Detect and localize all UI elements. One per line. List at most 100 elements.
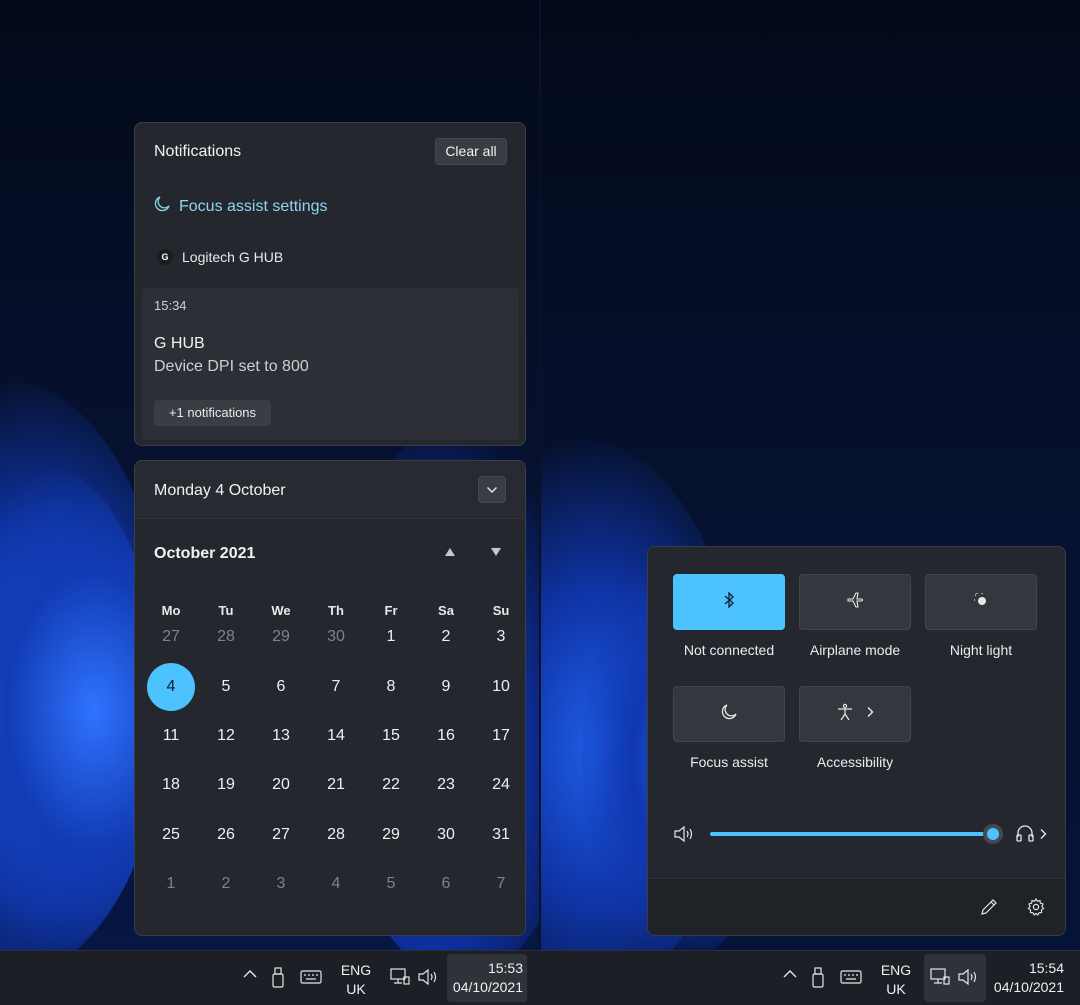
chevron-right-icon [1039, 827, 1047, 845]
bluetooth-tile[interactable] [673, 574, 785, 630]
calendar-day[interactable]: 14 [312, 712, 360, 760]
network-icon[interactable] [389, 967, 411, 987]
headphones-icon [1015, 823, 1035, 848]
speaker-icon[interactable] [673, 824, 695, 849]
night-light-tile[interactable] [925, 574, 1037, 630]
moon-icon [153, 195, 171, 218]
calendar-day[interactable]: 11 [147, 712, 195, 760]
calendar-current-date: Monday 4 October [154, 482, 286, 499]
accessibility-icon [836, 703, 854, 726]
calendar-day[interactable]: 22 [367, 761, 415, 809]
calendar-header: Monday 4 October [135, 461, 525, 519]
calendar-day[interactable]: 7 [312, 663, 360, 711]
night-light-icon [971, 590, 991, 615]
language-code: ENG [880, 962, 912, 978]
calendar-day[interactable]: 9 [422, 663, 470, 711]
calendar-day[interactable]: 20 [257, 761, 305, 809]
audio-output-button[interactable] [1015, 823, 1047, 848]
calendar-day[interactable]: 8 [367, 663, 415, 711]
volume-slider-thumb[interactable] [983, 824, 1003, 844]
toast-title: G HUB [154, 335, 205, 352]
calendar-day[interactable]: 5 [367, 860, 415, 908]
calendar-day[interactable]: 6 [257, 663, 305, 711]
chevron-right-icon [866, 705, 874, 723]
calendar-day[interactable]: 1 [367, 613, 415, 661]
focus-assist-tile-label: Focus assist [690, 754, 768, 770]
calendar-day[interactable]: 6 [422, 860, 470, 908]
calendar-day[interactable]: 29 [367, 811, 415, 859]
usb-drive-icon[interactable] [271, 967, 287, 989]
edit-pencil-icon[interactable] [979, 897, 999, 922]
calendar-day[interactable]: 15 [367, 712, 415, 760]
previous-month-button[interactable] [444, 547, 456, 560]
app-name: Logitech G HUB [182, 249, 284, 265]
calendar-day[interactable]: 7 [477, 860, 525, 908]
volume-slider-track[interactable] [710, 832, 994, 836]
focus-assist-tile[interactable] [673, 686, 785, 742]
calendar-day[interactable]: 10 [477, 663, 525, 711]
clear-all-button[interactable]: Clear all [435, 138, 507, 165]
calendar-day[interactable]: 28 [202, 613, 250, 661]
calendar-day[interactable]: 26 [202, 811, 250, 859]
airplane-mode-tile[interactable] [799, 574, 911, 630]
bluetooth-icon [722, 590, 736, 614]
calendar-day[interactable]: 1 [147, 860, 195, 908]
calendar-day[interactable]: 23 [422, 761, 470, 809]
calendar-day[interactable]: 27 [147, 613, 195, 661]
show-hidden-icons-chevron-icon[interactable] [242, 969, 258, 979]
calendar-day[interactable]: 21 [312, 761, 360, 809]
calendar-day[interactable]: 4 [312, 860, 360, 908]
notification-app-header: G Logitech G HUB [157, 249, 283, 265]
calendar-day-today[interactable]: 4 [147, 663, 195, 711]
network-icon[interactable] [929, 967, 951, 987]
notification-center: Notifications Clear all Focus assist set… [134, 122, 526, 446]
taskbar-clock[interactable]: 15:54 04/10/2021 [990, 959, 1064, 997]
calendar-day[interactable]: 2 [422, 613, 470, 661]
calendar-day[interactable]: 28 [312, 811, 360, 859]
language-region: UK [346, 981, 366, 997]
more-notifications-button[interactable]: +1 notifications [154, 400, 271, 426]
taskbar-time: 15:53 [487, 960, 523, 976]
keyboard-icon[interactable] [300, 970, 322, 984]
taskbar-clock[interactable]: 15:53 04/10/2021 [447, 959, 523, 997]
usb-drive-icon[interactable] [811, 967, 827, 989]
calendar-day[interactable]: 16 [422, 712, 470, 760]
calendar-collapse-button[interactable] [478, 476, 506, 503]
calendar-flyout: Monday 4 October October 2021 Mo Tu We Th Fr… [134, 460, 526, 936]
calendar-day[interactable]: 31 [477, 811, 525, 859]
volume-icon[interactable] [957, 967, 979, 987]
calendar-day[interactable]: 13 [257, 712, 305, 760]
bluetooth-tile-label: Not connected [683, 642, 775, 658]
moon-icon [720, 703, 738, 726]
calendar-day[interactable]: 2 [202, 860, 250, 908]
calendar-day[interactable]: 24 [477, 761, 525, 809]
volume-icon[interactable] [417, 967, 439, 987]
calendar-day[interactable]: 3 [477, 613, 525, 661]
calendar-day[interactable]: 5 [202, 663, 250, 711]
calendar-day[interactable]: 29 [257, 613, 305, 661]
night-light-tile-label: Night light [949, 642, 1013, 658]
accessibility-tile[interactable] [799, 686, 911, 742]
focus-assist-settings-link[interactable]: Focus assist settings [153, 195, 328, 218]
calendar-day[interactable]: 30 [422, 811, 470, 859]
calendar-month-label: October 2021 [154, 545, 256, 562]
calendar-day[interactable]: 27 [257, 811, 305, 859]
airplane-mode-tile-label: Airplane mode [809, 642, 901, 658]
calendar-day[interactable]: 30 [312, 613, 360, 661]
quick-settings-panel: Not connected Airplane mode Night light … [647, 546, 1066, 936]
show-hidden-icons-chevron-icon[interactable] [782, 969, 798, 979]
language-indicator[interactable]: ENG UK [333, 961, 379, 999]
calendar-day[interactable]: 12 [202, 712, 250, 760]
keyboard-icon[interactable] [840, 970, 862, 984]
language-indicator[interactable]: ENG UK [873, 961, 919, 999]
taskbar: ENG UK 15:53 04/10/2021 ENG UK 15:54 04/… [0, 950, 1080, 1005]
next-month-button[interactable] [490, 547, 502, 560]
calendar-day[interactable]: 18 [147, 761, 195, 809]
notification-toast[interactable]: 15:34 G HUB Device DPI set to 800 +1 not… [142, 288, 519, 440]
calendar-day[interactable]: 19 [202, 761, 250, 809]
taskbar-time: 15:54 [1028, 960, 1064, 976]
settings-gear-icon[interactable] [1026, 897, 1046, 922]
calendar-day[interactable]: 25 [147, 811, 195, 859]
calendar-day[interactable]: 3 [257, 860, 305, 908]
calendar-day[interactable]: 17 [477, 712, 525, 760]
